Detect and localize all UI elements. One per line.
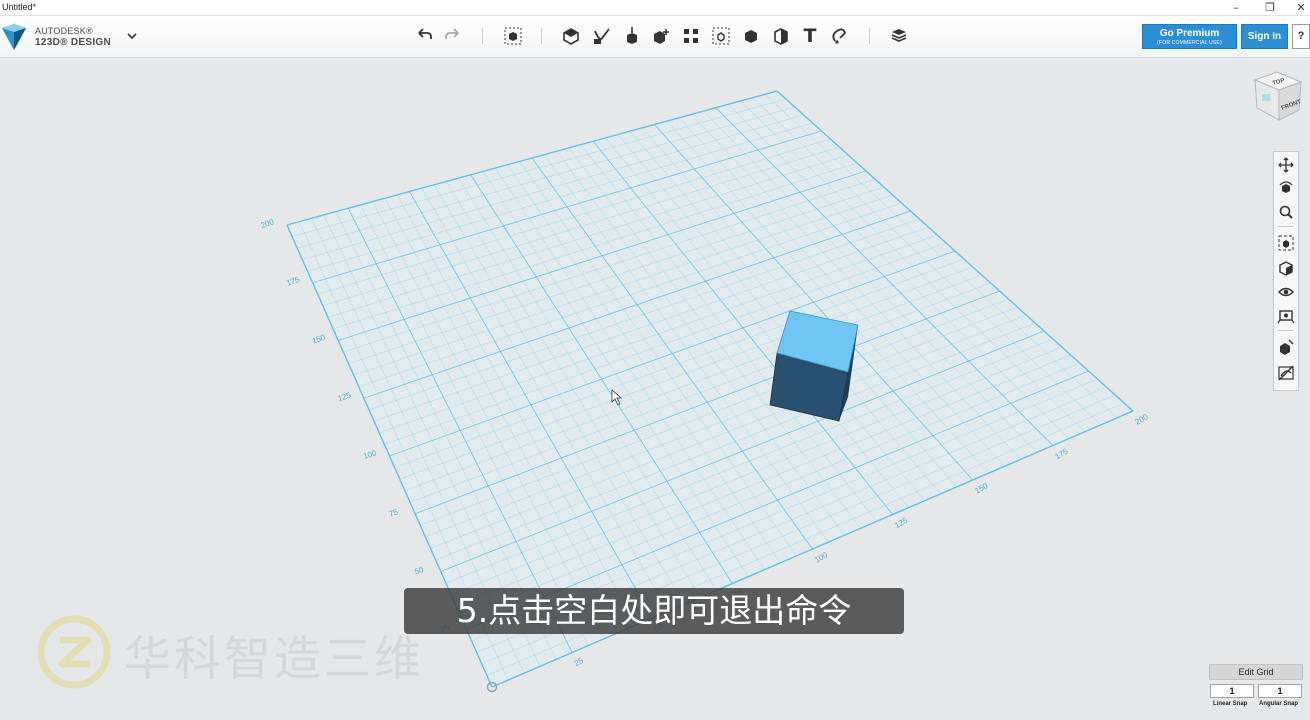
redo-icon[interactable]	[442, 25, 464, 47]
show-solids-icon[interactable]	[1277, 338, 1295, 356]
window-title: Untitled*	[2, 2, 37, 12]
close-button[interactable]: ✕	[1287, 0, 1310, 16]
edit-grid-button[interactable]: Edit Grid	[1209, 664, 1303, 680]
restore-button[interactable]: ❐	[1256, 0, 1284, 16]
grid-axis-label: 100	[813, 550, 830, 565]
modify-icon[interactable]	[650, 25, 672, 47]
pattern-icon[interactable]	[680, 25, 702, 47]
text-icon[interactable]: T	[799, 25, 821, 47]
construct-icon[interactable]	[621, 25, 643, 47]
grid-axis-label: 25	[573, 656, 586, 669]
combine-icon[interactable]	[740, 25, 762, 47]
measure-icon[interactable]	[770, 25, 792, 47]
pan-icon[interactable]	[1277, 156, 1295, 174]
minimize-button[interactable]: –	[1222, 0, 1250, 16]
grid-axis-label: 125	[337, 390, 353, 403]
visibility-icon[interactable]	[1277, 283, 1295, 301]
material-icon[interactable]	[888, 25, 910, 47]
window-title-bar: Untitled* – ❐ ✕	[0, 0, 1310, 16]
go-premium-label: Go Premium	[1159, 28, 1220, 39]
view-cube-icon[interactable]	[1277, 259, 1295, 277]
navigation-bar	[1273, 151, 1299, 391]
orbit-icon[interactable]	[1277, 179, 1295, 197]
angular-snap-label: Angular Snap	[1259, 701, 1299, 707]
grid-axis-label: 50	[413, 565, 425, 576]
toolbar-divider	[482, 28, 483, 44]
fit-icon[interactable]	[1277, 234, 1295, 252]
view-cube[interactable]: TOP FRONT	[1249, 68, 1305, 124]
grid-axis-label: 125	[893, 515, 910, 530]
sketch-icon[interactable]	[591, 25, 613, 47]
toolbar-divider	[541, 28, 542, 44]
video-subtitle: 5.点击空白处即可退出命令	[404, 588, 904, 634]
grid-axis-label: 75	[388, 507, 400, 518]
angular-snap-input[interactable]: 1	[1258, 684, 1302, 698]
nav-divider	[1278, 330, 1294, 331]
main-toolbar: AUTODESK® 123D® DESIGN T Go Premium (FOR…	[0, 16, 1310, 58]
sign-in-button[interactable]: Sign In	[1241, 24, 1288, 49]
linear-snap-input[interactable]: 1	[1210, 684, 1254, 698]
transform-icon[interactable]	[502, 25, 524, 47]
go-premium-sublabel: (FOR COMMERCIAL USE)	[1157, 40, 1222, 46]
grid-axis-label: 200	[260, 217, 276, 230]
watermark-logo-icon	[36, 614, 112, 690]
zoom-icon[interactable]	[1277, 203, 1295, 221]
grid-axis-label: 175	[285, 275, 301, 288]
undo-icon[interactable]	[413, 25, 435, 47]
chevron-down-icon[interactable]	[125, 26, 139, 46]
materials-outline-icon[interactable]	[1277, 307, 1295, 325]
grouping-icon[interactable]	[710, 25, 732, 47]
snap-icon[interactable]	[828, 25, 850, 47]
help-button[interactable]: ?	[1292, 24, 1310, 49]
grid-axis-label: 100	[362, 448, 378, 461]
hide-sketches-icon[interactable]	[1277, 364, 1295, 382]
grid-axis-label: 150	[973, 481, 990, 496]
primitives-icon[interactable]	[560, 25, 582, 47]
brand-product: 123D® DESIGN	[35, 37, 111, 48]
grid-axis-label: 200	[1134, 412, 1151, 427]
brand-company: AUTODESK®	[35, 26, 93, 36]
watermark-text: 华科智造三维	[124, 632, 424, 687]
linear-snap-label: Linear Snap	[1213, 701, 1248, 707]
123d-logo-icon	[0, 22, 28, 52]
toolbar-divider	[869, 28, 870, 44]
nav-divider	[1278, 226, 1294, 227]
go-premium-button[interactable]: Go Premium (FOR COMMERCIAL USE)	[1142, 24, 1237, 49]
grid-axis-label: 175	[1053, 446, 1070, 461]
grid-axis-label: 150	[311, 333, 327, 346]
